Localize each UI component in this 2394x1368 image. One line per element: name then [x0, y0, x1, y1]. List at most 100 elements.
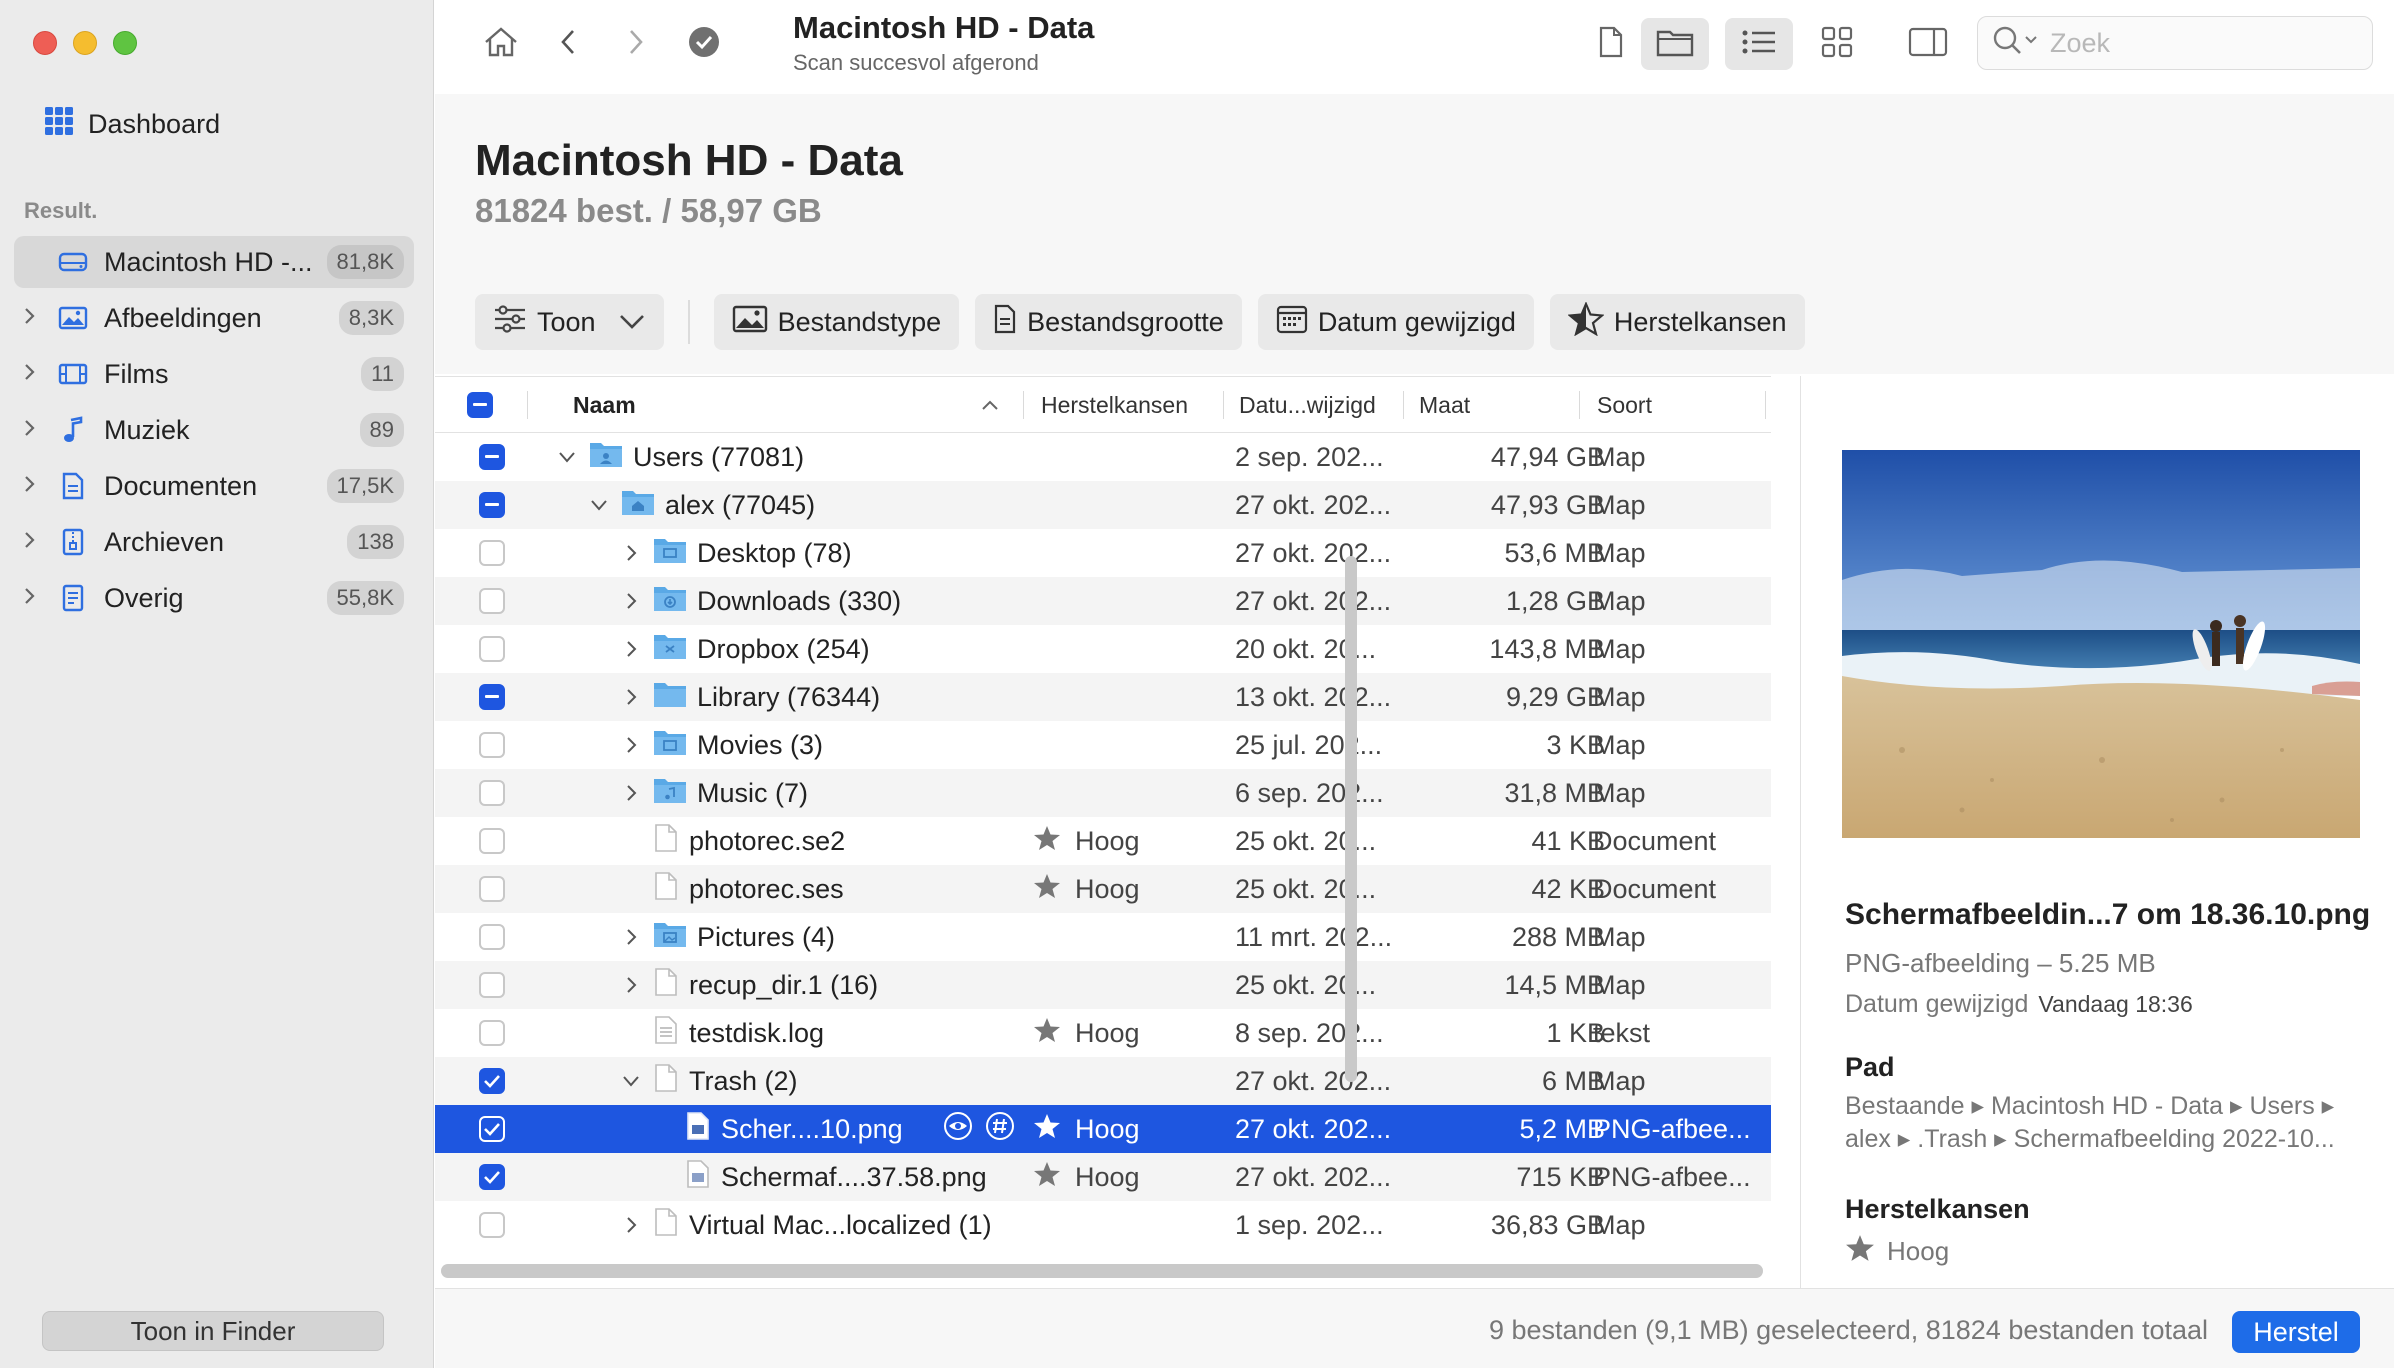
hash-icon[interactable]: [985, 1111, 1015, 1148]
table-row[interactable]: photorec.ses Hoog 25 okt. 20... 42 KB Do…: [435, 865, 1771, 913]
column-header-datum[interactable]: Datu...wijzigd: [1239, 377, 1376, 433]
folder-view-button[interactable]: [1641, 18, 1709, 70]
row-checkbox[interactable]: [479, 636, 505, 662]
row-date: 27 okt. 202...: [1235, 537, 1392, 568]
table-row[interactable]: Pictures (4) 11 mrt. 202... 288 MB Map: [435, 913, 1771, 961]
forward-button[interactable]: [613, 18, 659, 70]
chevron-right-icon[interactable]: [619, 640, 643, 658]
show-in-finder-button[interactable]: Toon in Finder: [42, 1311, 384, 1351]
chevron-right-icon[interactable]: [14, 417, 44, 443]
vertical-scrollbar[interactable]: [1345, 556, 1357, 1082]
row-checkbox[interactable]: [479, 492, 505, 518]
chevron-down-icon[interactable]: [619, 1075, 643, 1087]
row-date: 6 sep. 202...: [1235, 777, 1384, 808]
sidebar-item-afbeeldingen[interactable]: Afbeeldingen 8,3K: [14, 292, 414, 344]
sidebar-item-muziek[interactable]: Muziek 89: [14, 404, 414, 456]
chevron-right-icon[interactable]: [619, 784, 643, 802]
sidebar-item-documenten[interactable]: Documenten 17,5K: [14, 460, 414, 512]
chevron-right-icon[interactable]: [14, 361, 44, 387]
row-checkbox[interactable]: [479, 972, 505, 998]
sort-ascending-icon[interactable]: [981, 377, 999, 433]
row-checkbox[interactable]: [479, 828, 505, 854]
table-row[interactable]: Music (7) 6 sep. 202... 31,8 MB Map: [435, 769, 1771, 817]
preview-file-type: PNG-afbeelding – 5.25 MB: [1845, 948, 2156, 978]
chevron-down-icon[interactable]: [555, 451, 579, 463]
table-row[interactable]: Downloads (330) 27 okt. 202... 1,28 GB M…: [435, 577, 1771, 625]
chevron-right-icon[interactable]: [14, 473, 44, 499]
table-row[interactable]: Schermaf....37.58.png Hoog 27 okt. 202..…: [435, 1153, 1771, 1201]
search-field[interactable]: [1977, 16, 2373, 70]
search-input[interactable]: [2050, 27, 2340, 59]
list-view-button[interactable]: [1725, 18, 1793, 70]
zoom-window-button[interactable]: [113, 31, 137, 55]
chevron-right-icon[interactable]: [619, 736, 643, 754]
row-kind: Map: [1593, 633, 1646, 664]
filter-bestandsgrootte[interactable]: Bestandsgrootte: [975, 294, 1242, 350]
column-header-naam[interactable]: Naam: [573, 377, 636, 433]
minimize-window-button[interactable]: [73, 31, 97, 55]
chevron-right-icon[interactable]: [619, 1216, 643, 1234]
toggle-preview-button[interactable]: [1895, 18, 1961, 70]
file-view-button[interactable]: [1583, 18, 1639, 70]
column-header-soort[interactable]: Soort: [1597, 377, 1652, 433]
row-checkbox[interactable]: [479, 1164, 505, 1190]
table-row[interactable]: Dropbox (254) 20 okt. 20... 143,8 MB Map: [435, 625, 1771, 673]
chevron-right-icon[interactable]: [619, 592, 643, 610]
grid-view-button[interactable]: [1809, 18, 1865, 70]
row-date: 2 sep. 202...: [1235, 441, 1384, 472]
row-checkbox[interactable]: [479, 732, 505, 758]
back-button[interactable]: [545, 18, 591, 70]
row-checkbox[interactable]: [479, 444, 505, 470]
filter-herstelkansen[interactable]: Herstelkansen: [1549, 294, 1805, 350]
eye-icon[interactable]: [943, 1111, 973, 1148]
table-row[interactable]: Virtual Mac...localized (1) 1 sep. 202..…: [435, 1201, 1771, 1249]
chevron-right-icon[interactable]: [619, 544, 643, 562]
table-row[interactable]: alex (77045) 27 okt. 202... 47,93 GB Map: [435, 481, 1771, 529]
row-checkbox[interactable]: [479, 684, 505, 710]
horizontal-scrollbar[interactable]: [441, 1264, 1763, 1278]
row-checkbox[interactable]: [479, 924, 505, 950]
row-checkbox[interactable]: [479, 1068, 505, 1094]
sidebar-item-archieven[interactable]: Archieven 138: [14, 516, 414, 568]
sidebar-item-films[interactable]: Films 11: [14, 348, 414, 400]
restore-button[interactable]: Herstel: [2232, 1311, 2360, 1353]
table-row[interactable]: testdisk.log Hoog 8 sep. 202... 1 KB tek…: [435, 1009, 1771, 1057]
table-row[interactable]: Trash (2) 27 okt. 202... 6 MB Map: [435, 1057, 1771, 1105]
sidebar-item-dashboard[interactable]: Dashboard: [44, 104, 220, 144]
row-checkbox[interactable]: [479, 876, 505, 902]
table-row[interactable]: Movies (3) 25 jul. 202... 3 KB Map: [435, 721, 1771, 769]
chevron-right-icon[interactable]: [14, 585, 44, 611]
chevron-right-icon[interactable]: [619, 688, 643, 706]
table-row[interactable]: Library (76344) 13 okt. 202... 9,29 GB M…: [435, 673, 1771, 721]
column-header-herstelkansen[interactable]: Herstelkansen: [1041, 377, 1188, 433]
row-checkbox[interactable]: [479, 1116, 505, 1142]
chevron-right-icon[interactable]: [619, 976, 643, 994]
chevron-right-icon[interactable]: [619, 928, 643, 946]
table-row[interactable]: Desktop (78) 27 okt. 202... 53,6 MB Map: [435, 529, 1771, 577]
content-header: Macintosh HD - Data 81824 best. / 58,97 …: [435, 94, 2394, 374]
row-checkbox[interactable]: [479, 1020, 505, 1046]
close-window-button[interactable]: [33, 31, 57, 55]
filter-label: Bestandstype: [777, 306, 942, 337]
sidebar-item-macintosh-hd[interactable]: Macintosh HD -... 81,8K: [14, 236, 414, 288]
table-row-selected[interactable]: Scher....10.png Hoog 27 okt. 202... 5,2 …: [435, 1105, 1771, 1153]
sidebar-item-overig[interactable]: Overig 55,8K: [14, 572, 414, 624]
text-file-icon: [653, 1015, 679, 1052]
chevron-down-icon[interactable]: [587, 499, 611, 511]
table-row[interactable]: photorec.se2 Hoog 25 okt. 20... 41 KB Do…: [435, 817, 1771, 865]
column-header-maat[interactable]: Maat: [1419, 377, 1470, 433]
row-checkbox[interactable]: [479, 780, 505, 806]
filter-bestandstype[interactable]: Bestandstype: [713, 294, 960, 350]
table-row[interactable]: recup_dir.1 (16) 25 okt. 20... 14,5 MB M…: [435, 961, 1771, 1009]
home-button[interactable]: [473, 18, 529, 70]
row-checkbox[interactable]: [479, 540, 505, 566]
chevron-right-icon[interactable]: [14, 305, 44, 331]
table-row[interactable]: Users (77081) 2 sep. 202... 47,94 GB Map: [435, 433, 1771, 481]
toon-dropdown[interactable]: Toon: [475, 294, 664, 350]
scan-status-button[interactable]: [681, 18, 727, 70]
chevron-right-icon[interactable]: [14, 529, 44, 555]
filter-datum-gewijzigd[interactable]: Datum gewijzigd: [1257, 294, 1534, 350]
row-checkbox[interactable]: [479, 1212, 505, 1238]
row-checkbox[interactable]: [479, 588, 505, 614]
select-all-checkbox[interactable]: [467, 377, 493, 433]
